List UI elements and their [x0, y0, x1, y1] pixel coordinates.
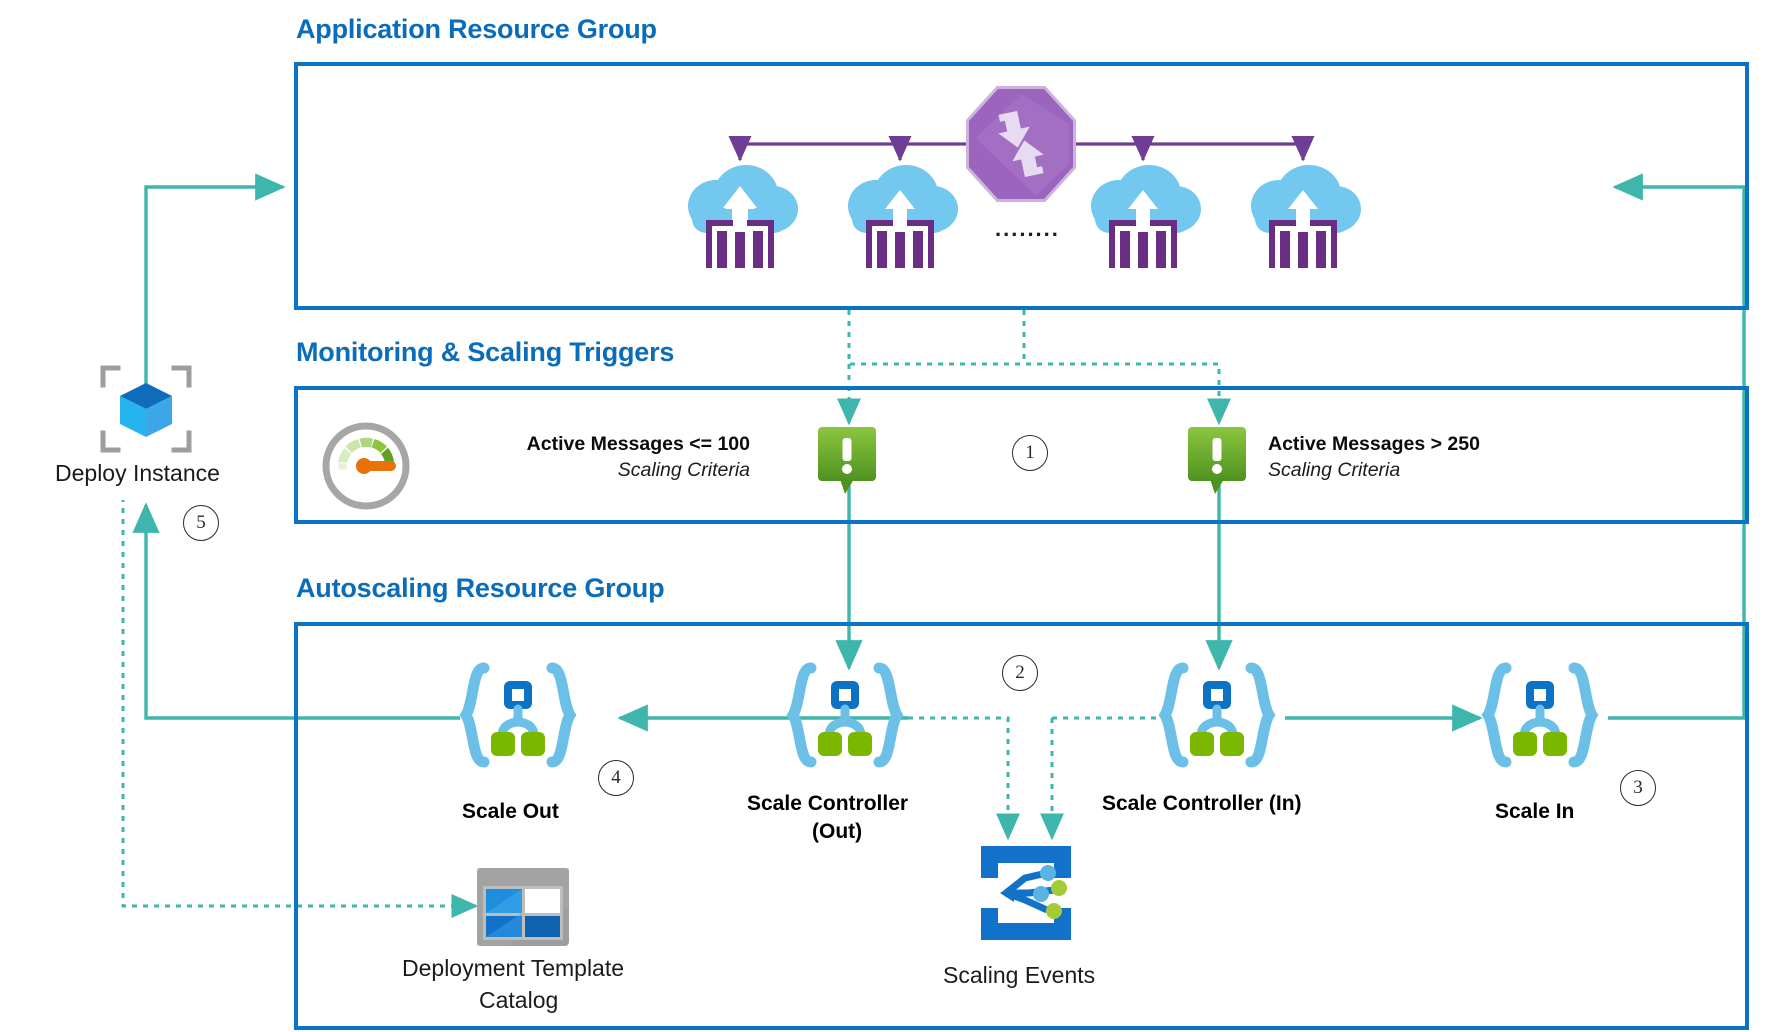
scaling-events-icon: [975, 842, 1077, 944]
scale-out-criteria-title: Active Messages <= 100: [526, 433, 750, 455]
scale-in-label: Scale In: [1495, 800, 1575, 823]
step-badge-5: 5: [183, 505, 219, 541]
deployment-template-catalog-label-line2: Catalog: [479, 987, 559, 1013]
step-badge-4: 4: [598, 760, 634, 796]
deployment-template-catalog-label-line1: Deployment Template: [402, 955, 625, 981]
alert-exclamation-icon: [818, 427, 880, 495]
alert-exclamation-icon: [1188, 427, 1250, 495]
group-title-autoscaling: Autoscaling Resource Group: [296, 573, 665, 603]
cloud-upload-instance-icon: [1235, 162, 1371, 268]
gauge-meter-icon: [320, 420, 412, 512]
template-braces-icon: [1480, 660, 1600, 770]
template-braces-icon: [785, 660, 905, 770]
scaling-events-label: Scaling Events: [943, 962, 1096, 988]
group-title-monitoring: Monitoring & Scaling Triggers: [296, 337, 675, 367]
deploy-instance-label: Deploy Instance: [55, 460, 220, 486]
step-badge-1: 1: [1012, 435, 1048, 471]
template-catalog-icon: [477, 868, 569, 946]
scale-controller-out-label-line2: (Out): [812, 820, 863, 843]
cloud-upload-instance-icon: [672, 162, 808, 268]
scale-controller-in-label: Scale Controller (In): [1102, 792, 1302, 815]
scale-out-label: Scale Out: [462, 800, 559, 823]
template-braces-icon: [1157, 660, 1277, 770]
group-title-application: Application Resource Group: [296, 14, 657, 44]
scale-out-criteria-subtitle: Scaling Criteria: [617, 459, 750, 481]
scale-in-criteria-subtitle: Scaling Criteria: [1268, 459, 1401, 481]
instances-ellipsis: ........: [995, 216, 1060, 241]
service-bus-icon: [966, 86, 1076, 202]
cloud-upload-instance-icon: [832, 162, 968, 268]
step-badge-2: 2: [1002, 655, 1038, 691]
deploy-cube-icon: [98, 363, 194, 455]
step-badge-3: 3: [1620, 770, 1656, 806]
scale-in-criteria-title: Active Messages > 250: [1268, 433, 1480, 455]
scale-controller-out-label-line1: Scale Controller: [747, 792, 909, 815]
template-braces-icon: [458, 660, 578, 770]
cloud-upload-instance-icon: [1075, 162, 1211, 268]
diagram-canvas: Application Resource Group Monitoring & …: [0, 0, 1790, 1032]
